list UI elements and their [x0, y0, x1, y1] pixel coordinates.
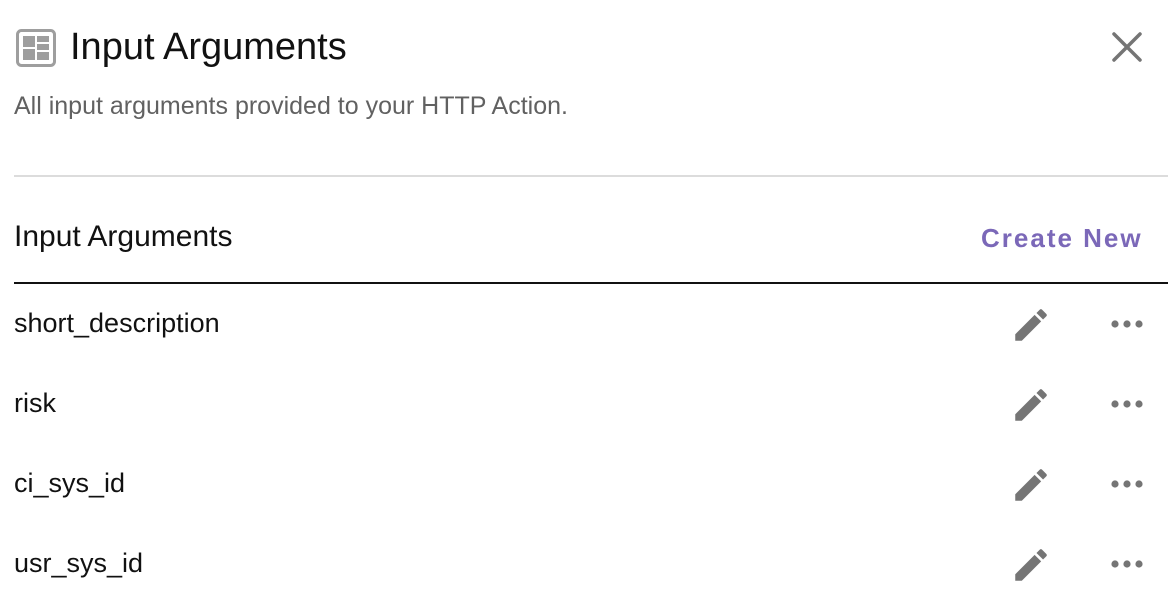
pencil-icon	[1015, 469, 1047, 501]
argument-name: usr_sys_id	[14, 548, 144, 578]
argument-name: risk	[14, 388, 56, 418]
edit-button[interactable]	[1010, 544, 1052, 586]
panel-subtitle: All input arguments provided to your HTT…	[14, 92, 568, 120]
list-item: ci_sys_id	[0, 444, 1168, 524]
list-item: usr_sys_id	[0, 524, 1168, 602]
pencil-icon	[1015, 389, 1047, 421]
more-horizontal-icon	[1111, 320, 1143, 328]
header-divider	[14, 175, 1168, 177]
create-new-button[interactable]: Create New	[981, 220, 1143, 256]
more-options-button[interactable]	[1106, 386, 1148, 422]
list-item: short_description	[0, 284, 1168, 364]
more-horizontal-icon	[1111, 560, 1143, 568]
more-options-button[interactable]	[1106, 306, 1148, 342]
more-options-button[interactable]	[1106, 546, 1148, 582]
argument-name: ci_sys_id	[14, 468, 126, 498]
more-horizontal-icon	[1111, 480, 1143, 488]
list-item: risk	[0, 364, 1168, 444]
argument-list: short_description risk ci_sys_id usr_sys…	[0, 284, 1168, 602]
argument-name: short_description	[14, 308, 220, 338]
more-options-button[interactable]	[1106, 466, 1148, 502]
more-horizontal-icon	[1111, 400, 1143, 408]
input-panel-icon	[16, 29, 56, 67]
pencil-icon	[1015, 309, 1047, 341]
input-arguments-panel: Input Arguments All input arguments prov…	[0, 0, 1168, 602]
edit-button[interactable]	[1010, 384, 1052, 426]
section-header: Input Arguments	[14, 220, 233, 253]
edit-button[interactable]	[1010, 464, 1052, 506]
pencil-icon	[1015, 549, 1047, 581]
panel-header: Input Arguments	[14, 24, 1168, 72]
close-icon	[1112, 32, 1142, 62]
page-title: Input Arguments	[70, 26, 347, 68]
close-button[interactable]	[1106, 26, 1148, 68]
edit-button[interactable]	[1010, 304, 1052, 346]
